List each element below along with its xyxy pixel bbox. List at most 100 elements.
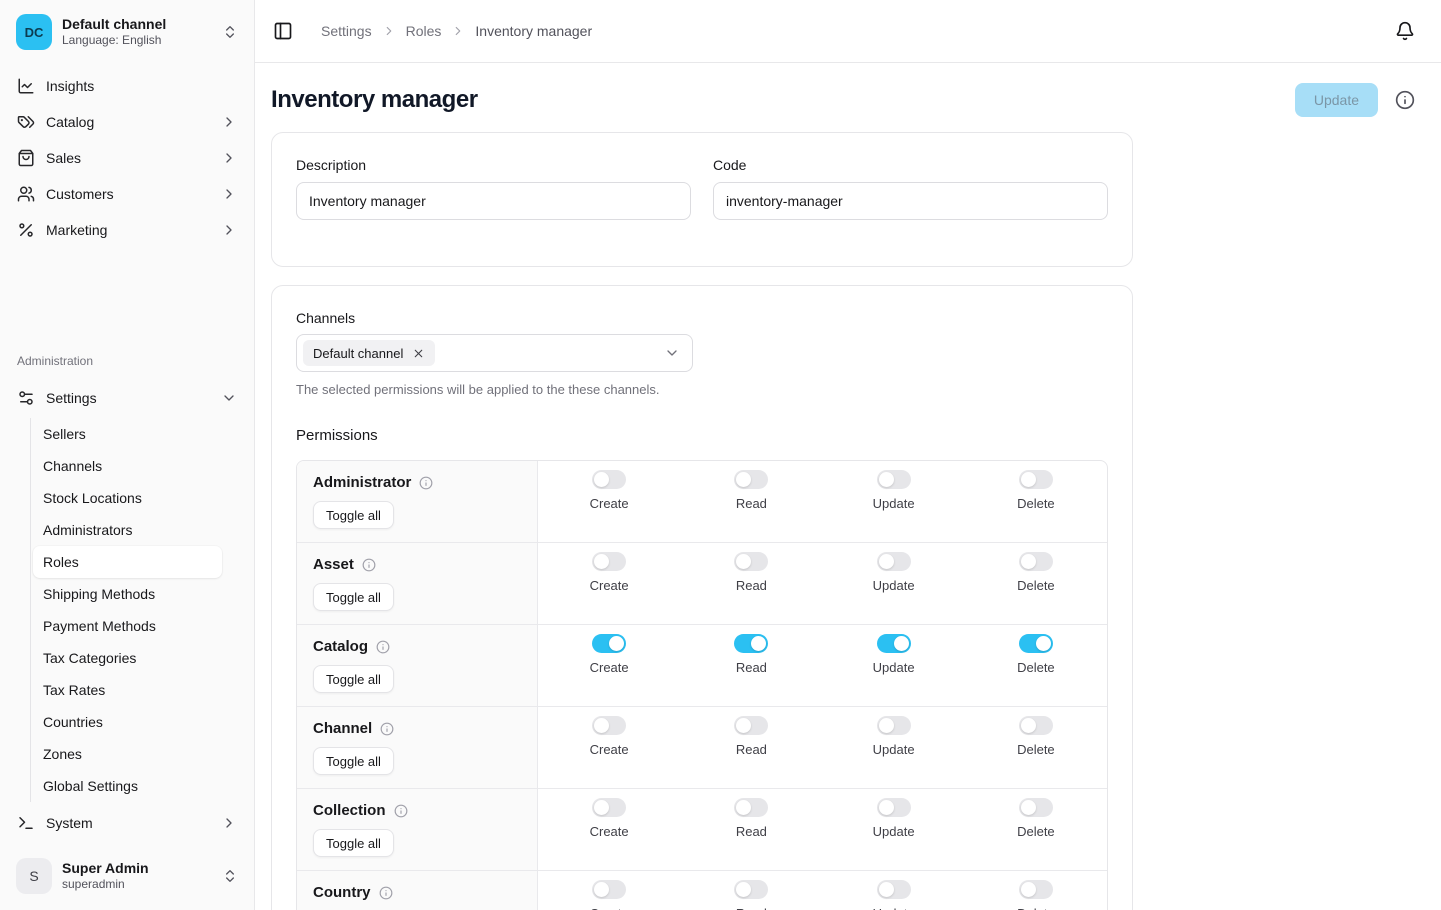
sidebar-item-system[interactable]: System: [12, 805, 242, 840]
toggle-knob: [1021, 554, 1036, 569]
sidebar-item-sellers[interactable]: Sellers: [33, 418, 222, 450]
toggle-all-button[interactable]: Toggle all: [313, 747, 394, 775]
tags-icon: [17, 113, 35, 131]
collection-read-toggle[interactable]: [734, 798, 768, 817]
channel-update-toggle[interactable]: [877, 716, 911, 735]
chevron-right-icon: [221, 815, 237, 831]
asset-create-toggle[interactable]: [592, 552, 626, 571]
info-icon[interactable]: [419, 476, 433, 490]
permission-cell: Read: [680, 552, 822, 624]
asset-update-toggle[interactable]: [877, 552, 911, 571]
sidebar-item-sales[interactable]: Sales: [12, 140, 242, 175]
sidebar-admin-section: Administration Settings SellersChannelsS…: [12, 354, 242, 840]
administrator-read-toggle[interactable]: [734, 470, 768, 489]
sidebar-item-roles[interactable]: Roles: [33, 546, 222, 578]
info-icon[interactable]: [362, 558, 376, 572]
channel-switcher[interactable]: DC Default channel Language: English: [12, 12, 242, 52]
sidebar-item-zones[interactable]: Zones: [33, 738, 222, 770]
country-update-toggle[interactable]: [877, 880, 911, 899]
catalog-create-toggle[interactable]: [592, 634, 626, 653]
toggle-all-button[interactable]: Toggle all: [313, 583, 394, 611]
description-field-group: Description: [296, 157, 691, 220]
permission-category-name: Asset: [313, 556, 354, 573]
breadcrumb: Settings Roles Inventory manager: [321, 23, 592, 39]
update-button[interactable]: Update: [1295, 83, 1378, 117]
sidebar-item-tax-categories[interactable]: Tax Categories: [33, 642, 222, 674]
sidebar-item-countries[interactable]: Countries: [33, 706, 222, 738]
collection-update-toggle[interactable]: [877, 798, 911, 817]
administrator-update-toggle[interactable]: [877, 470, 911, 489]
toggle-knob: [1021, 882, 1036, 897]
catalog-delete-toggle[interactable]: [1019, 634, 1053, 653]
sidebar-item-shipping-methods[interactable]: Shipping Methods: [33, 578, 222, 610]
sidebar-item-marketing[interactable]: Marketing: [12, 212, 242, 247]
description-input[interactable]: [296, 182, 691, 220]
permission-cell: Read: [680, 880, 822, 910]
page-content: Inventory manager Update Description Cod…: [255, 63, 1441, 910]
channel-avatar: DC: [16, 14, 52, 50]
info-icon[interactable]: [394, 804, 408, 818]
toggle-all-button[interactable]: Toggle all: [313, 501, 394, 529]
permission-column-label: Update: [873, 906, 915, 910]
permission-row: AssetToggle allCreateReadUpdateDelete: [297, 542, 1107, 624]
administrator-delete-toggle[interactable]: [1019, 470, 1053, 489]
toggle-knob: [736, 472, 751, 487]
sidebar-item-stock-locations[interactable]: Stock Locations: [33, 482, 222, 514]
toggle-all-button[interactable]: Toggle all: [313, 829, 394, 857]
permission-row: CatalogToggle allCreateReadUpdateDelete: [297, 624, 1107, 706]
collection-delete-toggle[interactable]: [1019, 798, 1053, 817]
permission-category: Asset Toggle all: [297, 543, 538, 624]
channel-read-toggle[interactable]: [734, 716, 768, 735]
country-read-toggle[interactable]: [734, 880, 768, 899]
sidebar-item-catalog[interactable]: Catalog: [12, 104, 242, 139]
permissions-label: Permissions: [296, 427, 1108, 444]
channel-create-toggle[interactable]: [592, 716, 626, 735]
sidebar-item-channels[interactable]: Channels: [33, 450, 222, 482]
sidebar-item-tax-rates[interactable]: Tax Rates: [33, 674, 222, 706]
page-header: Inventory manager Update: [271, 83, 1425, 117]
permission-cell: Create: [538, 716, 680, 788]
permission-cell: Update: [823, 798, 965, 870]
sidebar-item-administrators[interactable]: Administrators: [33, 514, 222, 546]
sidebar-nav: Insights Catalog Sales CustomersMarketing: [12, 68, 242, 247]
sidebar-item-settings[interactable]: Settings: [12, 380, 242, 415]
sidebar-item-label: Sales: [46, 150, 81, 166]
permission-toggles: CreateReadUpdateDelete: [538, 461, 1107, 542]
toggle-all-button[interactable]: Toggle all: [313, 665, 394, 693]
code-input[interactable]: [713, 182, 1108, 220]
sidebar-item-customers[interactable]: Customers: [12, 176, 242, 211]
chevron-right-icon: [221, 222, 237, 238]
shopping-bag-icon: [17, 149, 35, 167]
sidebar-item-label: Catalog: [46, 114, 94, 130]
sidebar-toggle-icon[interactable]: [273, 21, 293, 41]
channel-chip: Default channel: [303, 340, 435, 366]
info-icon[interactable]: [380, 722, 394, 736]
country-delete-toggle[interactable]: [1019, 880, 1053, 899]
channels-select[interactable]: Default channel: [296, 334, 693, 372]
channel-delete-toggle[interactable]: [1019, 716, 1053, 735]
asset-read-toggle[interactable]: [734, 552, 768, 571]
collection-create-toggle[interactable]: [592, 798, 626, 817]
country-create-toggle[interactable]: [592, 880, 626, 899]
breadcrumb-item-current: Inventory manager: [475, 23, 592, 39]
breadcrumb-item[interactable]: Roles: [406, 23, 442, 39]
bell-icon[interactable]: [1395, 21, 1415, 41]
breadcrumb-item[interactable]: Settings: [321, 23, 372, 39]
info-icon[interactable]: [1395, 90, 1415, 110]
permission-cell: Update: [823, 634, 965, 706]
remove-channel-icon[interactable]: [412, 347, 425, 360]
sidebar-item-insights[interactable]: Insights: [12, 68, 242, 103]
channel-language: Language: English: [62, 33, 212, 48]
sidebar-item-label: Insights: [46, 78, 94, 94]
administration-section-label: Administration: [12, 354, 242, 368]
sidebar-item-global-settings[interactable]: Global Settings: [33, 770, 222, 802]
user-name: Super Admin: [62, 860, 212, 878]
administrator-create-toggle[interactable]: [592, 470, 626, 489]
asset-delete-toggle[interactable]: [1019, 552, 1053, 571]
catalog-read-toggle[interactable]: [734, 634, 768, 653]
sidebar-item-payment-methods[interactable]: Payment Methods: [33, 610, 222, 642]
catalog-update-toggle[interactable]: [877, 634, 911, 653]
info-icon[interactable]: [376, 640, 390, 654]
user-menu[interactable]: S Super Admin superadmin: [12, 856, 242, 896]
info-icon[interactable]: [379, 886, 393, 900]
